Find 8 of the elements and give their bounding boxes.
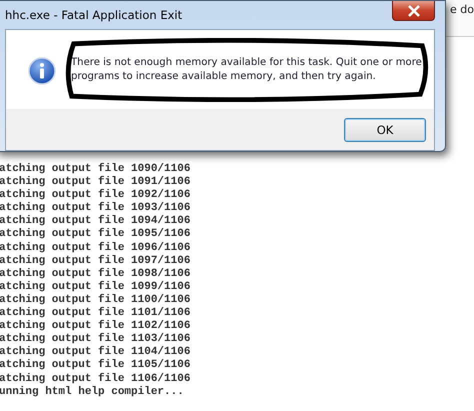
console-line: unning html help compiler... <box>0 386 185 399</box>
window-title: e do <box>450 2 474 18</box>
close-button[interactable] <box>392 1 435 21</box>
close-icon <box>406 4 420 16</box>
info-icon <box>28 56 56 84</box>
window-title: hhc.exe - Fatal Application Exit <box>5 8 182 22</box>
error-message: There is not enough memory available for this task. Quit one or more programs to increase available memory, and then try again. <box>71 56 423 84</box>
ok-button[interactable]: OK <box>344 118 426 142</box>
